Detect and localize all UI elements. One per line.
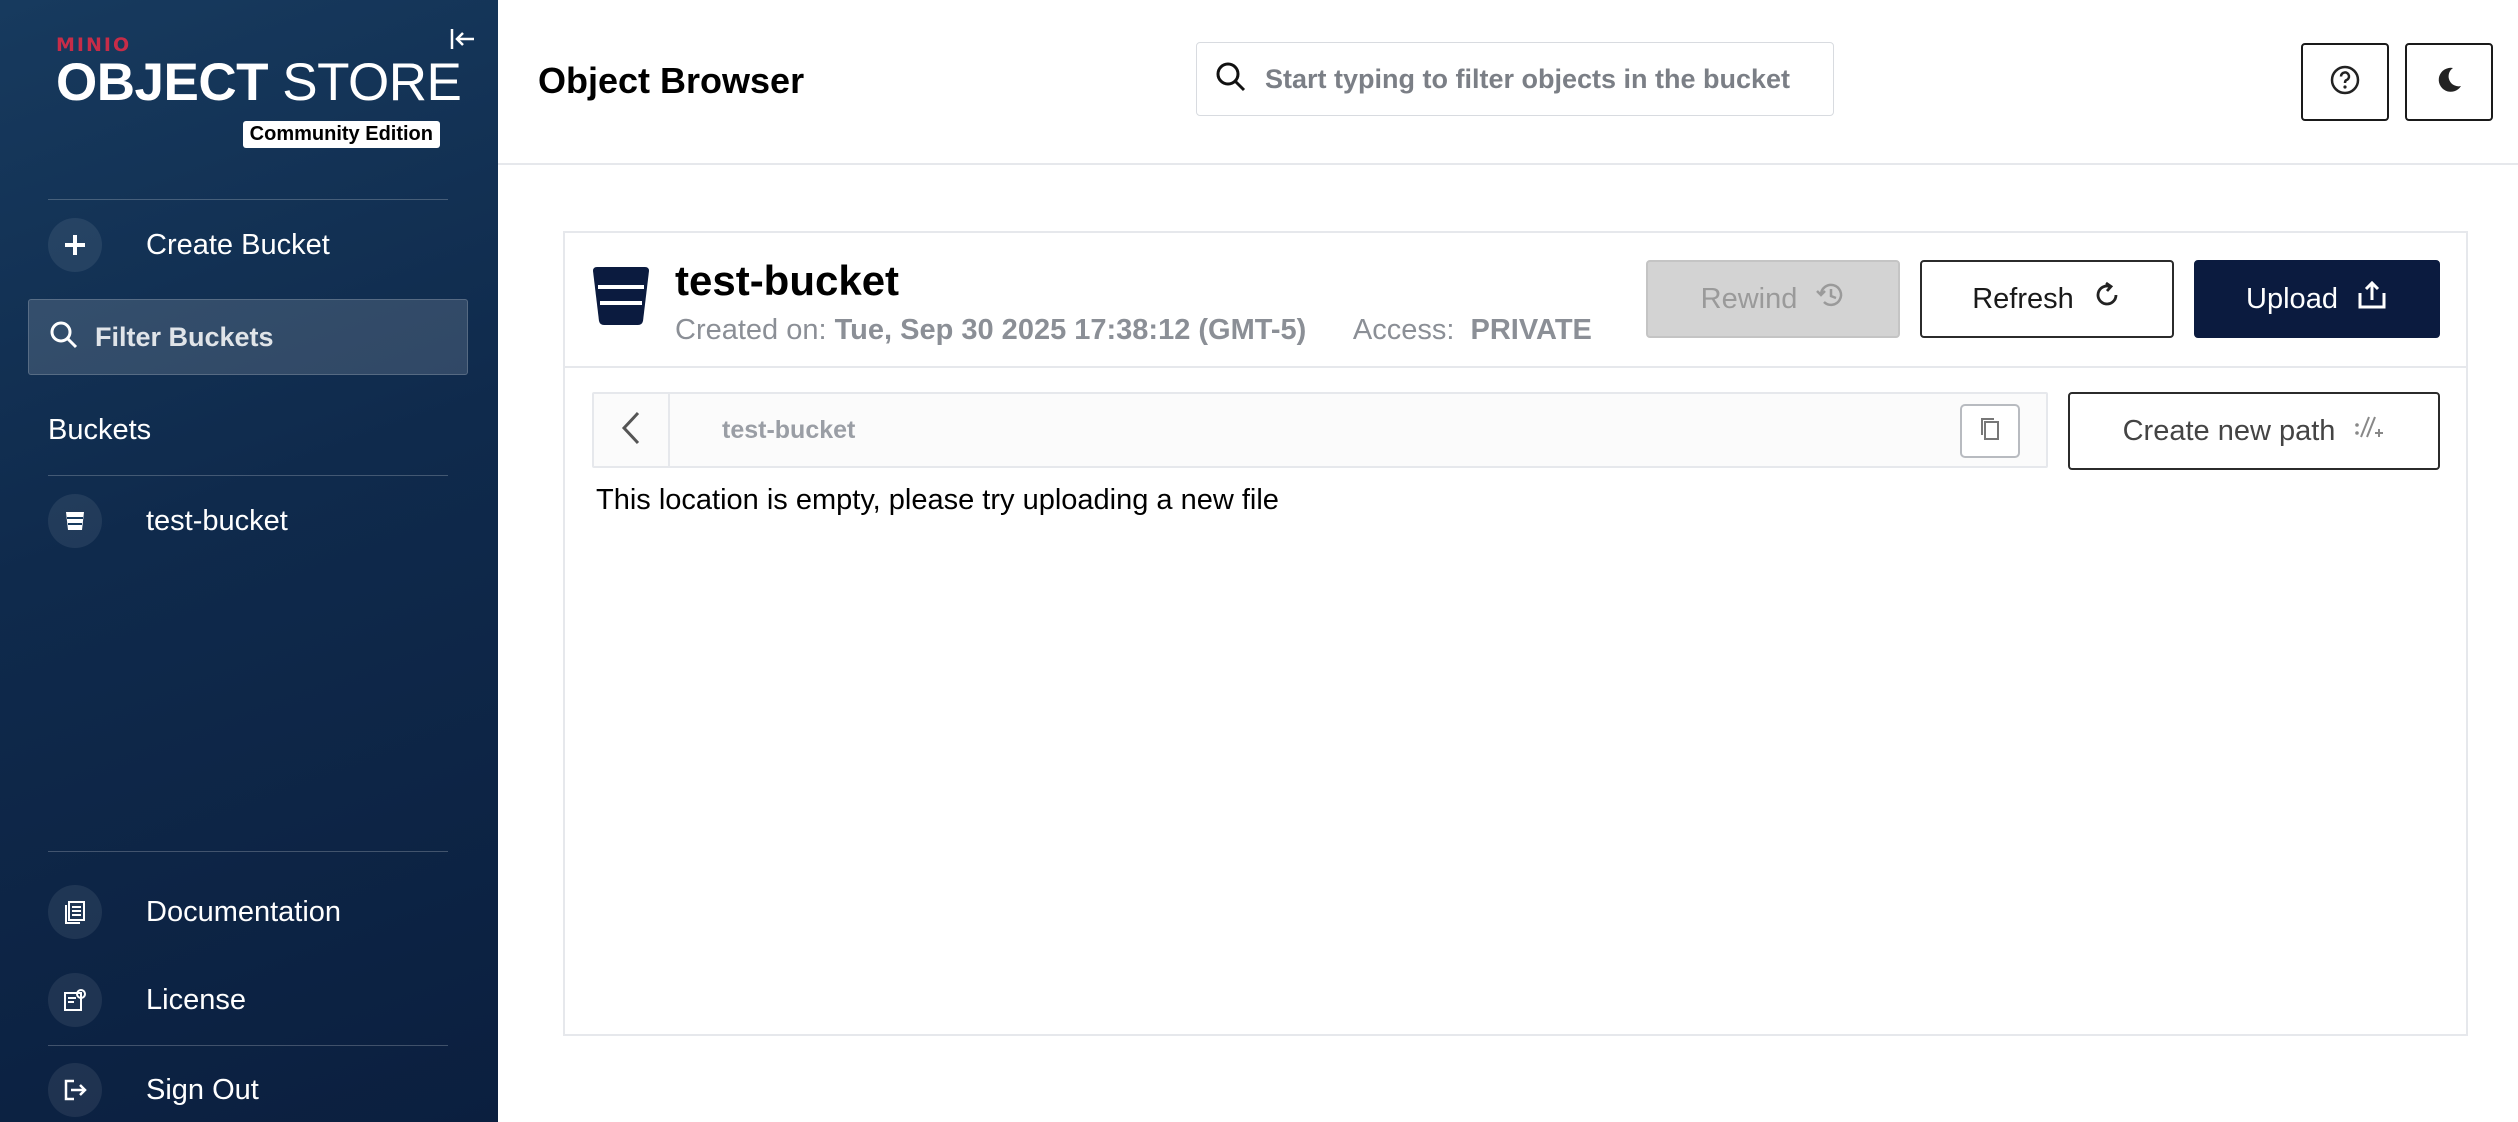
bucket-icon	[591, 265, 651, 332]
refresh-icon	[2092, 280, 2122, 318]
bucket-icon	[48, 494, 102, 548]
upload-label: Upload	[2246, 282, 2338, 315]
sidebar-item-label: Sign Out	[146, 1073, 259, 1106]
minio-logo: MINIO OBJECT STORE Community Edition	[56, 34, 462, 148]
sidebar-divider	[48, 199, 448, 200]
sidebar-item-label: Documentation	[146, 895, 342, 928]
plus-icon	[48, 218, 102, 272]
refresh-label: Refresh	[1972, 282, 2074, 315]
logo-title: OBJECT STORE	[56, 53, 462, 112]
help-button[interactable]	[2301, 43, 2389, 121]
search-icon	[1215, 61, 1247, 98]
top-header: Object Browser	[498, 0, 2518, 165]
sidebar-item-license[interactable]: License	[48, 970, 246, 1030]
chevron-left-icon	[618, 409, 644, 452]
current-path: test-bucket	[722, 416, 856, 444]
bucket-info-card: test-bucket Created on: Tue, Sep 30 2025…	[563, 231, 2468, 368]
license-icon	[48, 973, 102, 1027]
created-value: Tue, Sep 30 2025 17:38:12 (GMT-5)	[834, 314, 1307, 346]
create-path-label: Create new path	[2122, 414, 2336, 447]
buckets-section-title: Buckets	[48, 414, 152, 446]
filter-buckets-placeholder: Filter Buckets	[95, 321, 274, 352]
page-title: Object Browser	[538, 60, 805, 101]
sidebar-divider	[48, 851, 448, 852]
sign-out-button[interactable]: Sign Out	[48, 1060, 259, 1120]
rewind-button[interactable]: Rewind	[1646, 260, 1900, 338]
create-bucket-button[interactable]: Create Bucket	[48, 215, 330, 275]
sidebar: MINIO OBJECT STORE Community Edition Cre…	[0, 0, 498, 1122]
copy-icon	[1977, 415, 2003, 448]
collapse-sidebar-icon[interactable]	[448, 24, 478, 54]
dark-mode-icon	[2433, 64, 2465, 101]
history-icon	[1815, 280, 1845, 318]
created-label: Created on:	[675, 314, 827, 346]
create-bucket-label: Create Bucket	[146, 228, 330, 261]
object-search-field[interactable]	[1196, 42, 1834, 116]
upload-button[interactable]: Upload	[2194, 260, 2440, 338]
access-label: Access:	[1352, 314, 1455, 346]
sidebar-item-label: test-bucket	[146, 504, 288, 537]
copy-path-button[interactable]	[1960, 404, 2020, 458]
documentation-icon	[48, 885, 102, 939]
new-path-icon	[2353, 413, 2385, 449]
edition-badge: Community Edition	[242, 121, 440, 148]
filter-buckets-input[interactable]: Filter Buckets	[28, 299, 468, 375]
sidebar-divider	[48, 1045, 448, 1046]
create-new-path-button[interactable]: Create new path	[2068, 392, 2440, 470]
search-icon	[49, 320, 79, 355]
sidebar-item-documentation[interactable]: Documentation	[48, 882, 341, 942]
bucket-name: test-bucket	[675, 257, 900, 304]
back-button[interactable]	[594, 394, 670, 466]
sidebar-item-label: License	[146, 983, 246, 1016]
help-icon	[2329, 64, 2361, 101]
access-value: PRIVATE	[1470, 314, 1592, 346]
refresh-button[interactable]: Refresh	[1920, 260, 2174, 338]
bucket-meta: Created on: Tue, Sep 30 2025 17:38:12 (G…	[675, 314, 1592, 347]
sidebar-item-test-bucket[interactable]: test-bucket	[48, 491, 288, 551]
sign-out-icon	[48, 1063, 102, 1117]
breadcrumb: test-bucket	[592, 392, 2048, 468]
sidebar-divider	[48, 475, 448, 476]
theme-toggle-button[interactable]	[2405, 43, 2493, 121]
object-search-input[interactable]	[1265, 63, 1805, 95]
upload-icon	[2356, 279, 2388, 319]
empty-state-message: This location is empty, please try uploa…	[596, 484, 1279, 516]
rewind-label: Rewind	[1700, 282, 1798, 315]
